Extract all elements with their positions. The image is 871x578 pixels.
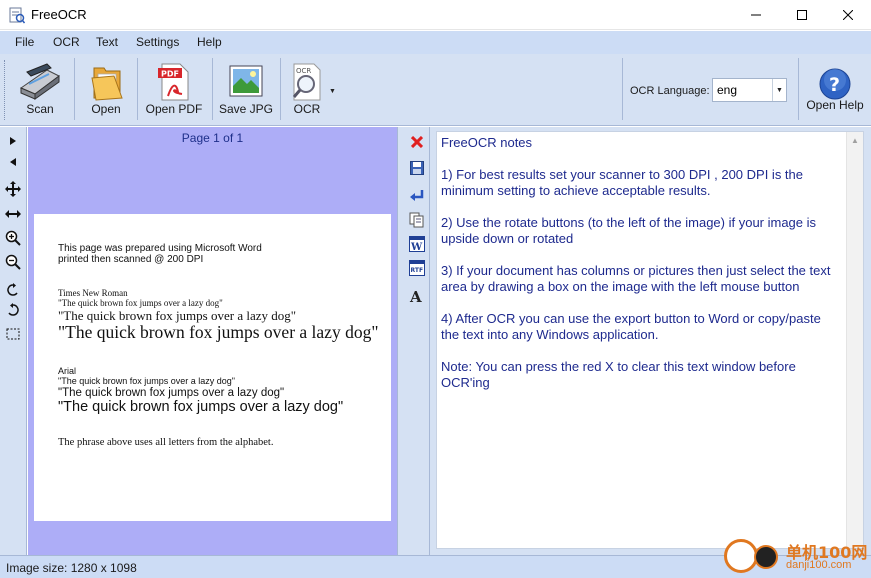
scan-intro-line: printed then scanned @ 200 DPI xyxy=(58,254,204,265)
pdf-icon: PDF xyxy=(158,63,189,101)
save-jpg-label: Save JPG xyxy=(218,102,274,116)
rotate-right-icon[interactable] xyxy=(4,301,22,319)
notes-paragraph: 2) Use the rotate buttons (to the left o… xyxy=(441,215,817,246)
scan-button[interactable]: Scan xyxy=(10,56,70,122)
notes-paragraph: 4) After OCR you can use the export butt… xyxy=(441,311,821,342)
image-pane[interactable]: Page 1 of 1 This page was prepared using… xyxy=(28,127,397,555)
fit-width-icon[interactable] xyxy=(4,205,22,223)
open-button[interactable]: Open xyxy=(80,56,132,122)
folder-icon xyxy=(91,67,123,101)
text-tools-strip: W RTF A xyxy=(403,127,430,555)
notes-paragraph: 3) If your document has columns or pictu… xyxy=(441,263,831,294)
picture-icon xyxy=(229,65,263,97)
watermark-plus-icon xyxy=(724,539,758,573)
menu-ocr[interactable]: OCR xyxy=(53,35,80,49)
ocr-magnifier-icon: OCR xyxy=(292,63,321,101)
open-pdf-label: Open PDF xyxy=(145,102,203,116)
menu-file[interactable]: File xyxy=(15,35,34,49)
scan-font-heading: Arial xyxy=(58,366,77,376)
insert-return-icon[interactable] xyxy=(408,187,425,204)
notes-paragraph: 1) For best results set your scanner to … xyxy=(441,167,804,198)
scan-sample-large: "The quick brown fox jumps over a lazy d… xyxy=(58,399,344,415)
maximize-icon xyxy=(797,10,807,20)
svg-text:PDF: PDF xyxy=(161,70,179,79)
watermark-logo: 单机100网 danji100.com xyxy=(722,535,870,577)
image-tools-strip xyxy=(0,127,27,555)
scan-sample-large: "The quick brown fox jumps over a lazy d… xyxy=(58,322,379,342)
menu-text[interactable]: Text xyxy=(96,35,118,49)
notes-title: FreeOCR notes xyxy=(441,135,533,150)
font-icon[interactable]: A xyxy=(408,287,425,304)
export-rtf-icon[interactable]: RTF xyxy=(408,259,425,276)
chevron-down-icon[interactable]: ▼ xyxy=(772,79,786,101)
help-icon: ? xyxy=(819,68,851,100)
page-indicator: Page 1 of 1 xyxy=(181,131,244,145)
toolbar-separator xyxy=(798,58,799,120)
minimize-button[interactable] xyxy=(733,0,779,30)
rotate-left-icon[interactable] xyxy=(4,281,22,299)
scan-font-heading: Times New Roman xyxy=(58,288,128,298)
toolbar-separator xyxy=(74,58,75,120)
scanned-page[interactable]: This page was prepared using Microsoft W… xyxy=(34,214,391,521)
zoom-in-icon[interactable] xyxy=(4,229,22,247)
ocr-language-select[interactable]: eng ▼ xyxy=(712,78,787,102)
toolbar: Scan Open PDF Open PDF Save JPG OCR OCR … xyxy=(0,54,871,126)
svg-text:?: ? xyxy=(829,74,840,96)
ocr-dropdown-arrow-icon[interactable]: ▼ xyxy=(329,88,336,95)
menu-settings[interactable]: Settings xyxy=(136,35,179,49)
svg-text:OCR: OCR xyxy=(296,67,311,75)
scan-intro-line: This page was prepared using Microsoft W… xyxy=(58,243,262,254)
save-text-icon[interactable] xyxy=(408,159,425,176)
menu-help[interactable]: Help xyxy=(197,35,222,49)
vertical-scrollbar[interactable]: ▲ xyxy=(846,132,863,548)
scan-footer-line: The phrase above uses all letters from t… xyxy=(58,437,274,448)
ocr-language-label: OCR Language: xyxy=(630,85,710,97)
ocr-label: OCR xyxy=(293,102,321,116)
watermark-circle-icon xyxy=(754,545,778,569)
svg-text:W: W xyxy=(410,242,423,252)
scan-label: Scan xyxy=(26,102,54,116)
save-jpg-button[interactable]: Save JPG xyxy=(217,56,275,122)
text-pane: FreeOCR notes 1) For best results set yo… xyxy=(430,127,871,555)
watermark-url: danji100.com xyxy=(786,559,852,571)
window-title: FreeOCR xyxy=(31,7,87,22)
image-size-status: Image size: 1280 x 1098 xyxy=(6,561,137,575)
pan-icon[interactable] xyxy=(4,180,22,198)
scan-sample-small: "The quick brown fox jumps over a lazy d… xyxy=(58,298,223,308)
notes-content: FreeOCR notes 1) For best results set yo… xyxy=(441,135,837,407)
svg-text:A: A xyxy=(409,288,422,304)
svg-text:RTF: RTF xyxy=(410,267,423,274)
open-label: Open xyxy=(91,102,121,116)
notes-paragraph: Note: You can press the red X to clear t… xyxy=(441,359,796,390)
toolbar-separator xyxy=(622,58,623,120)
open-help-label: Open Help xyxy=(806,98,864,112)
scanner-icon xyxy=(19,63,60,100)
toolbar-separator xyxy=(280,58,281,120)
ocr-language-value: eng xyxy=(717,83,738,97)
copy-icon[interactable] xyxy=(408,211,425,228)
scroll-up-icon[interactable]: ▲ xyxy=(851,136,859,145)
app-icon xyxy=(9,6,26,24)
clear-text-icon[interactable] xyxy=(408,133,425,150)
zoom-out-icon[interactable] xyxy=(4,253,22,271)
next-page-icon[interactable] xyxy=(4,132,22,150)
toolbar-separator xyxy=(137,58,138,120)
toolbar-separator xyxy=(212,58,213,120)
title-bar: FreeOCR xyxy=(0,0,871,30)
export-word-icon[interactable]: W xyxy=(408,235,425,252)
select-area-icon[interactable] xyxy=(4,325,22,343)
maximize-button[interactable] xyxy=(779,0,825,30)
previous-page-icon[interactable] xyxy=(4,153,22,171)
menu-bar: File OCR Text Settings Help xyxy=(0,31,871,54)
minimize-icon xyxy=(751,14,761,16)
ocr-text-area[interactable]: FreeOCR notes 1) For best results set yo… xyxy=(436,131,864,549)
ocr-button[interactable]: OCR OCR xyxy=(284,56,330,122)
close-icon xyxy=(843,10,853,20)
open-pdf-button[interactable]: PDF Open PDF xyxy=(142,56,206,122)
scan-sample-small: "The quick brown fox jumps over a lazy d… xyxy=(58,376,235,386)
open-help-button[interactable]: ? Open Help xyxy=(803,56,867,122)
close-button[interactable] xyxy=(825,0,871,30)
scan-sample-medium: "The quick brown fox jumps over a lazy d… xyxy=(58,387,285,399)
toolbar-grip[interactable] xyxy=(4,60,7,120)
